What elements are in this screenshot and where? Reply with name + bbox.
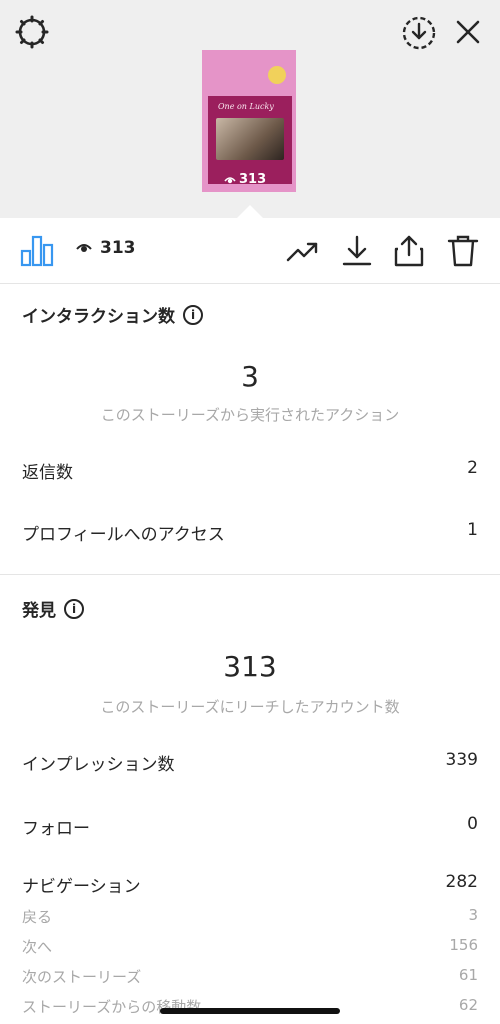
discovery-section-title: 発見 i <box>22 596 84 621</box>
view-count[interactable]: 313 <box>76 238 136 258</box>
subrow-value: 61 <box>458 966 478 984</box>
row-label: フォロー <box>22 819 90 839</box>
row-label: インプレッション数 <box>22 755 175 775</box>
home-indicator[interactable] <box>160 1008 340 1014</box>
interaction-row-replies: 返信数 2 <box>22 458 478 483</box>
sticker-image <box>268 66 286 84</box>
navigation-subrow-next-story: 次のストーリーズ 61 <box>22 966 478 987</box>
preview-pointer <box>236 205 264 219</box>
row-label: 返信数 <box>22 463 73 483</box>
eye-icon <box>224 176 236 183</box>
gear-icon[interactable] <box>14 14 50 50</box>
story-preview-area: One on Lucky 313 <box>0 0 500 219</box>
trash-icon[interactable] <box>446 234 480 268</box>
navigation-subrow-forward: 次へ 156 <box>22 936 478 957</box>
row-value: 0 <box>467 814 478 834</box>
interactions-total: 3 <box>241 360 259 393</box>
story-thumbnail[interactable]: One on Lucky 313 <box>202 50 296 192</box>
section-divider <box>0 574 500 575</box>
discovery-row-navigation: ナビゲーション 282 <box>22 872 478 897</box>
insights-toolbar: 313 <box>0 218 500 284</box>
discovery-total: 313 <box>223 650 277 683</box>
story-photo <box>216 118 284 160</box>
interaction-row-profile-visits: プロフィールへのアクセス 1 <box>22 520 478 545</box>
subrow-value: 3 <box>468 906 478 924</box>
row-value: 339 <box>445 750 478 770</box>
discovery-title-text: 発見 <box>22 601 56 621</box>
interactions-title-text: インタラクション数 <box>22 307 175 327</box>
row-label: プロフィールへのアクセス <box>22 525 225 545</box>
download-circle-icon[interactable] <box>400 14 438 52</box>
discovery-row-impressions: インプレッション数 339 <box>22 750 478 775</box>
subrow-label: 戻る <box>22 908 53 926</box>
eye-icon <box>76 244 92 252</box>
view-count-number: 313 <box>100 238 136 258</box>
row-value: 282 <box>445 872 478 892</box>
navigation-subrow-back: 戻る 3 <box>22 906 478 927</box>
subrow-value: 62 <box>458 996 478 1014</box>
discovery-subtitle: このストーリーズにリーチしたアカウント数 <box>100 698 400 716</box>
row-value: 1 <box>467 520 478 540</box>
subrow-value: 156 <box>449 936 478 954</box>
info-icon[interactable]: i <box>64 598 84 619</box>
thumbnail-view-number: 313 <box>239 172 267 187</box>
subrow-label: 次のストーリーズ <box>22 968 142 986</box>
thumbnail-view-count: 313 <box>224 172 266 187</box>
discovery-row-follows: フォロー 0 <box>22 814 478 839</box>
interactions-section-title: インタラクション数 i <box>22 302 203 327</box>
subrow-label: 次へ <box>22 938 53 956</box>
trend-icon[interactable] <box>286 234 320 268</box>
close-icon[interactable] <box>452 16 484 48</box>
story-card: One on Lucky <box>208 96 292 184</box>
share-icon[interactable] <box>392 234 426 268</box>
story-script-text: One on Lucky <box>218 102 274 111</box>
info-icon[interactable]: i <box>183 304 203 325</box>
interactions-subtitle: このストーリーズから実行されたアクション <box>100 406 400 424</box>
row-label: ナビゲーション <box>22 877 141 897</box>
bar-chart-icon[interactable] <box>20 233 54 267</box>
download-icon[interactable] <box>340 234 374 268</box>
row-value: 2 <box>467 458 478 478</box>
